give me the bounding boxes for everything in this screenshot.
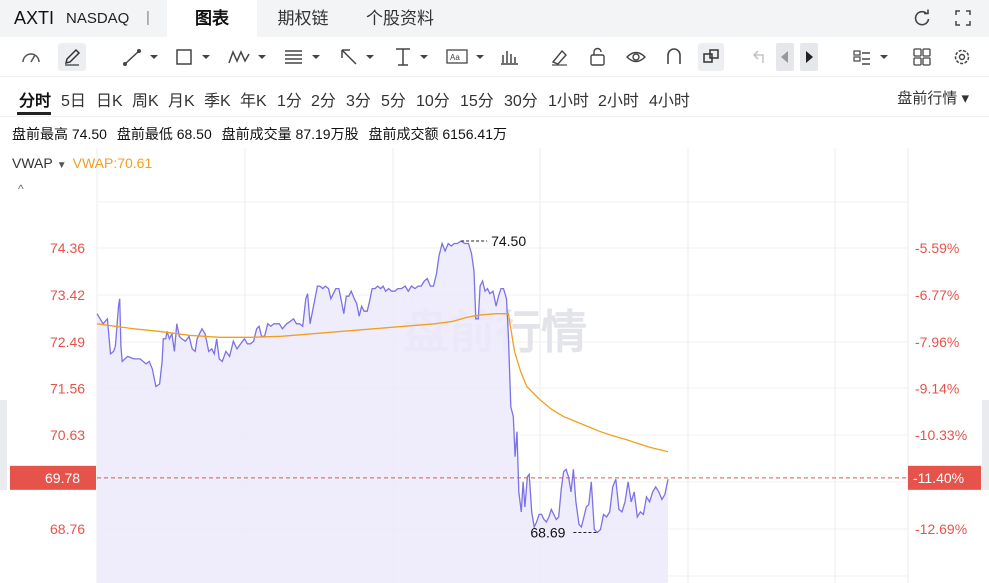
period-5min[interactable]: 5分 — [381, 87, 406, 111]
svg-text:Aa: Aa — [450, 53, 460, 62]
lock-icon[interactable] — [586, 43, 610, 71]
settings-icon[interactable] — [950, 43, 974, 71]
tab-options-chain[interactable]: 期权链 — [258, 0, 348, 37]
period-15min[interactable]: 15分 — [460, 87, 494, 111]
fullscreen-icon[interactable] — [953, 8, 973, 28]
right-scroll-handle[interactable] — [982, 400, 989, 490]
gauge-icon[interactable] — [18, 43, 44, 71]
premarket-stats: 盘前最高 74.50 盘前最低 68.50 盘前成交量 87.19万股 盘前成交… — [12, 124, 513, 144]
price-area — [97, 241, 668, 583]
vwap-value: VWAP:70.61 — [72, 155, 153, 171]
drawing-toolbar: Aa — [0, 37, 989, 77]
active-period-underline — [17, 112, 51, 115]
y-tick-right: -5.59% — [915, 240, 959, 256]
period-10min[interactable]: 10分 — [416, 87, 450, 111]
top-bar: AXTI NASDAQ | 图表 期权链 个股资料 — [0, 0, 989, 37]
y-tick-right: -10.33% — [915, 427, 967, 443]
rectangle-icon[interactable] — [172, 43, 214, 71]
y-tick-left: 74.36 — [50, 240, 85, 256]
caret-down-icon[interactable]: ▼ — [57, 160, 67, 171]
period-1min[interactable]: 1分 — [277, 87, 302, 111]
period-30min[interactable]: 30分 — [504, 87, 538, 111]
left-axis: 74.36 73.42 72.49 71.56 70.63 68.76 — [50, 240, 85, 537]
left-scroll-handle[interactable] — [0, 400, 7, 490]
y-tick-left: 72.49 — [50, 334, 85, 350]
period-weekly[interactable]: 周K — [132, 87, 159, 111]
premarket-volume: 盘前成交量 87.19万股 — [221, 126, 359, 142]
layout-icon[interactable] — [850, 43, 892, 71]
title-separator: | — [146, 9, 150, 26]
volume-icon[interactable] — [498, 43, 522, 71]
period-4hour[interactable]: 4小时 — [649, 87, 690, 111]
current-price-label: 69.78 — [45, 470, 80, 486]
grid-icon[interactable] — [910, 43, 934, 71]
magnet-icon[interactable] — [662, 43, 686, 71]
premarket-low: 盘前最低 68.50 — [116, 126, 212, 142]
exchange-name: NASDAQ — [66, 10, 130, 27]
vwap-indicator: VWAP ▼ VWAP:70.61 — [12, 155, 152, 171]
high-annotation: 74.50 — [491, 233, 526, 249]
period-1hour[interactable]: 1小时 — [548, 87, 589, 111]
collapse-indicator-icon[interactable]: ^ — [18, 182, 24, 196]
y-tick-right: -9.14% — [915, 381, 959, 397]
y-tick-left: 70.63 — [50, 427, 85, 443]
period-daily[interactable]: 日K — [96, 87, 123, 111]
tab-stock-profile[interactable]: 个股资料 — [350, 0, 450, 37]
current-pct-label: -11.40% — [913, 470, 964, 486]
arrow-icon[interactable] — [336, 43, 378, 71]
period-2min[interactable]: 2分 — [311, 87, 336, 111]
y-tick-right: -12.69% — [915, 521, 967, 537]
premarket-high: 盘前最高 74.50 — [12, 126, 107, 142]
period-5d[interactable]: 5日 — [61, 87, 86, 111]
y-tick-left: 68.76 — [50, 521, 85, 537]
pencil-icon[interactable] — [58, 43, 86, 71]
y-tick-right: -7.96% — [915, 334, 959, 350]
period-yearly[interactable]: 年K — [240, 87, 267, 111]
fib-icon[interactable] — [282, 43, 324, 71]
price-chart[interactable]: 盘前行情 74.3673.4272.4971.5670.6368.76 -5.5… — [0, 148, 989, 583]
y-tick-right: -6.77% — [915, 287, 959, 303]
y-tick-left: 71.56 — [50, 381, 85, 397]
eye-icon[interactable] — [624, 43, 648, 71]
period-3min[interactable]: 3分 — [346, 87, 371, 111]
y-tick-left: 73.42 — [50, 287, 85, 303]
trend-line-icon[interactable] — [120, 43, 160, 71]
link-icon[interactable] — [698, 43, 724, 71]
period-2hour[interactable]: 2小时 — [598, 87, 639, 111]
ticker-symbol: AXTI — [14, 8, 55, 28]
right-axis: -5.59% -6.77% -7.96% -9.14% -10.33% -12.69% — [915, 240, 967, 537]
next-icon[interactable] — [800, 43, 818, 71]
premarket-amount: 盘前成交额 6156.41万 — [368, 126, 507, 142]
text-label-icon[interactable]: Aa — [444, 43, 486, 71]
back-icon[interactable] — [748, 43, 768, 71]
low-annotation: 68.69 — [530, 525, 565, 541]
period-bar: 分时 5日 日K 周K 月K 季K 年K 1分 2分 3分 5分 10分 15分… — [0, 77, 989, 117]
prev-icon[interactable] — [776, 43, 794, 71]
period-monthly[interactable]: 月K — [168, 87, 195, 111]
refresh-icon[interactable] — [912, 8, 932, 28]
vertical-line-icon[interactable] — [390, 43, 432, 71]
period-quarterly[interactable]: 季K — [204, 87, 231, 111]
market-session-select[interactable]: 盘前行情 ▾ — [897, 87, 969, 108]
vwap-indicator-name[interactable]: VWAP — [12, 155, 53, 171]
tab-chart[interactable]: 图表 — [167, 0, 257, 37]
pattern-icon[interactable] — [226, 43, 270, 71]
period-intraday[interactable]: 分时 — [19, 87, 51, 111]
eraser-icon[interactable] — [547, 43, 571, 71]
